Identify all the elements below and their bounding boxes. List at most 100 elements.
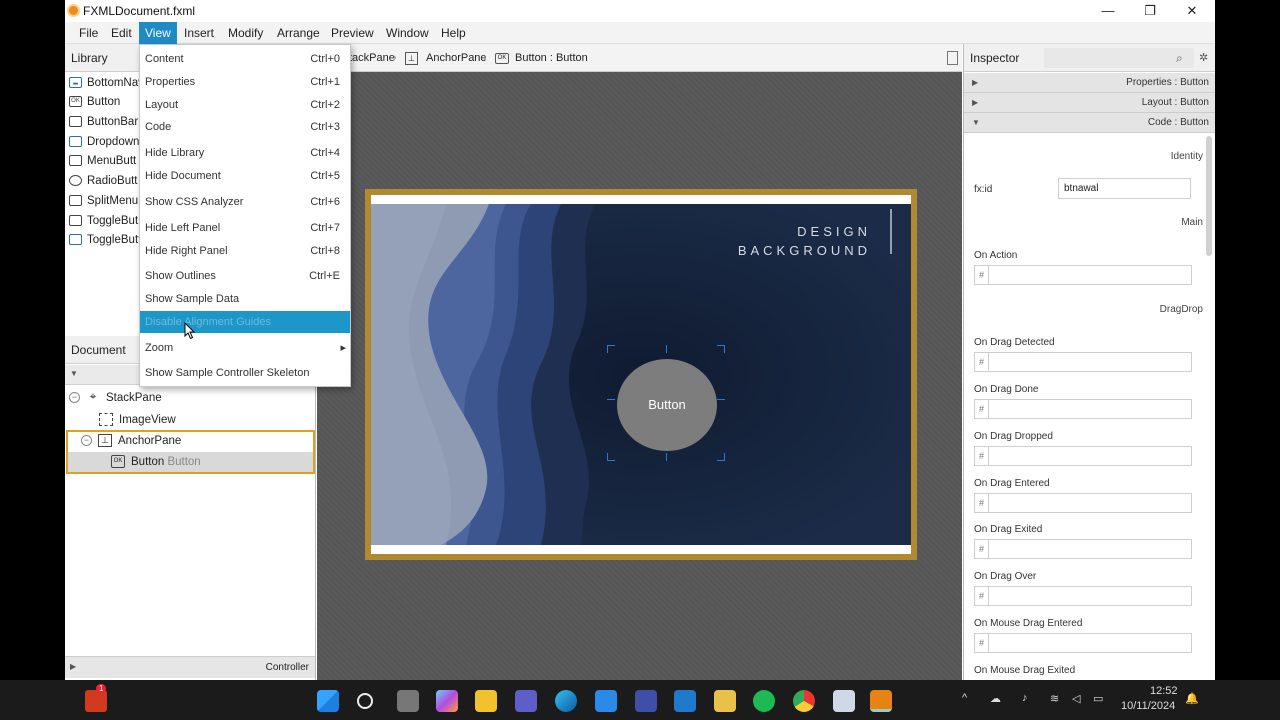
clock-time[interactable]: 12:52 <box>1150 685 1178 697</box>
menu-item-code[interactable]: Code Ctrl+3 <box>140 116 350 138</box>
event-input[interactable]: # <box>974 586 1192 606</box>
menu-item-content[interactable]: Content Ctrl+0 <box>140 48 350 70</box>
chevron-up-icon[interactable]: ^ <box>962 692 967 704</box>
menu-edit[interactable]: Edit <box>105 22 138 44</box>
tree-item-stackpane[interactable]: − ⌖ StackPane <box>69 387 162 409</box>
vscode-icon[interactable] <box>674 690 696 712</box>
battery-icon[interactable]: ▭ <box>1093 692 1103 705</box>
library-item[interactable]: OK Button <box>69 92 120 112</box>
selection-handle[interactable] <box>666 345 667 353</box>
breadcrumb-item[interactable]: AnchorPane <box>426 44 487 72</box>
expand-icon[interactable]: ▶ <box>70 662 76 671</box>
collapse-icon[interactable]: − <box>69 392 80 404</box>
accordion-layout[interactable]: ▶ Layout : Button <box>964 93 1215 113</box>
event-input[interactable]: # <box>974 352 1192 372</box>
inspector-search-input[interactable] <box>1044 48 1194 68</box>
menu-modify[interactable]: Modify <box>222 22 269 44</box>
task-view-icon[interactable] <box>397 690 419 712</box>
copilot-icon[interactable] <box>436 690 458 712</box>
fxid-input[interactable]: btnawal <box>1058 178 1191 199</box>
search-icon[interactable]: ⌕ <box>1176 44 1183 72</box>
gear-icon[interactable]: ✲ <box>1199 44 1208 72</box>
selection-handle[interactable] <box>717 399 725 400</box>
menu-item-properties[interactable]: Properties Ctrl+1 <box>140 71 350 93</box>
inspector-scrollbar[interactable] <box>1206 136 1212 256</box>
teams-icon[interactable] <box>515 690 537 712</box>
menu-item-hide-document[interactable]: Hide Document Ctrl+5 <box>140 165 350 187</box>
edge-icon[interactable] <box>555 690 577 712</box>
spotify-icon[interactable] <box>753 690 775 712</box>
event-input[interactable]: # <box>974 539 1192 559</box>
event-input[interactable]: # <box>974 399 1192 419</box>
menu-item-hide-right-panel[interactable]: Hide Right Panel Ctrl+8 <box>140 240 350 262</box>
close-button[interactable]: ✕ <box>1171 0 1213 22</box>
selection-handle[interactable] <box>666 453 667 461</box>
clock-date[interactable]: 10/11/2024 <box>1121 700 1175 712</box>
library-item[interactable]: Dropdown <box>69 132 139 152</box>
tree-item-imageview[interactable]: ImageView <box>99 409 176 431</box>
menu-item-css-analyzer[interactable]: Show CSS Analyzer Ctrl+6 <box>140 191 350 213</box>
volume-icon[interactable]: ◁ <box>1072 692 1080 705</box>
breadcrumb-item[interactable]: Button : Button <box>515 44 588 72</box>
power-automate-icon[interactable] <box>635 690 657 712</box>
menu-arrange[interactable]: Arrange <box>271 22 326 44</box>
stackpane-artboard[interactable]: DESIGN BACKGROUND Button <box>371 195 911 554</box>
notification-bell-icon[interactable]: 🔔 <box>1185 692 1199 705</box>
library-item[interactable]: MenuButt <box>69 151 136 171</box>
scene-builder-taskbar-icon[interactable] <box>870 690 892 712</box>
menu-file[interactable]: File <box>73 22 104 44</box>
library-item[interactable]: RadioButt <box>69 171 138 191</box>
library-item[interactable]: ButtonBar <box>69 112 138 132</box>
on-action-input[interactable]: # <box>974 265 1192 285</box>
wifi-icon[interactable]: ≋ <box>1050 692 1059 705</box>
menu-view[interactable]: View <box>139 22 177 44</box>
selection-handle[interactable] <box>607 453 615 461</box>
accordion-properties[interactable]: ▶ Properties : Button <box>964 73 1215 93</box>
cloud-icon[interactable]: ☁ <box>990 692 1001 705</box>
menu-window[interactable]: Window <box>380 22 435 44</box>
maximize-button[interactable]: ❐ <box>1129 0 1171 22</box>
controller-bar[interactable]: ▶ Controller <box>65 656 315 678</box>
mail-icon[interactable] <box>595 690 617 712</box>
library-item[interactable]: SplitMenu <box>69 191 138 211</box>
menu-insert[interactable]: Insert <box>178 22 220 44</box>
library-item[interactable]: ToggleBut <box>69 211 138 231</box>
event-input[interactable]: # <box>974 493 1192 513</box>
collapse-icon[interactable]: − <box>81 435 92 447</box>
document-icon[interactable] <box>947 51 958 65</box>
event-input[interactable]: # <box>974 446 1192 466</box>
menu-item-controller-skeleton[interactable]: Show Sample Controller Skeleton <box>140 362 350 384</box>
tree-item-anchorpane[interactable]: − ⊥ AnchorPane <box>81 430 181 452</box>
menu-item-layout[interactable]: Layout Ctrl+2 <box>140 94 350 116</box>
app-icon[interactable] <box>833 690 855 712</box>
expand-icon[interactable]: ▼ <box>70 369 78 378</box>
event-input[interactable]: # <box>974 633 1192 653</box>
notes-icon[interactable] <box>714 690 736 712</box>
accordion-code[interactable]: ▼ Code : Button <box>964 113 1215 133</box>
menu-preview[interactable]: Preview <box>325 22 380 44</box>
windows-start-icon[interactable] <box>317 690 339 712</box>
menu-item-show-outlines[interactable]: Show Outlines Ctrl+E <box>140 265 350 287</box>
menubutton-icon <box>69 155 82 167</box>
menu-help[interactable]: Help <box>435 22 472 44</box>
selection-handle[interactable] <box>607 399 615 400</box>
selection-handle[interactable] <box>607 345 615 353</box>
file-explorer-icon[interactable] <box>475 690 497 712</box>
menu-item-sample-data[interactable]: Show Sample Data <box>140 288 350 310</box>
menu-item-alignment-guides[interactable]: Disable Alignment Guides <box>140 311 350 333</box>
library-item[interactable]: ToggleButt <box>69 230 141 250</box>
breadcrumb-item[interactable]: tackPane <box>349 44 395 72</box>
search-icon[interactable] <box>357 693 373 709</box>
chrome-icon[interactable] <box>793 690 815 712</box>
office-app-icon[interactable] <box>85 690 107 712</box>
canvas-button[interactable]: Button <box>617 359 717 451</box>
menu-item-hide-library[interactable]: Hide Library Ctrl+4 <box>140 142 350 164</box>
menu-item-hide-left-panel[interactable]: Hide Left Panel Ctrl+7 <box>140 217 350 239</box>
menu-item-zoom[interactable]: Zoom ▸ <box>140 337 350 359</box>
tree-item-button[interactable]: OK Button Button <box>111 451 201 473</box>
selection-handle[interactable] <box>717 345 725 353</box>
microphone-icon[interactable]: ♪ <box>1022 692 1028 704</box>
library-item[interactable]: ▂ BottomNav <box>69 73 144 93</box>
selection-handle[interactable] <box>717 453 725 461</box>
minimize-button[interactable]: — <box>1087 0 1129 22</box>
